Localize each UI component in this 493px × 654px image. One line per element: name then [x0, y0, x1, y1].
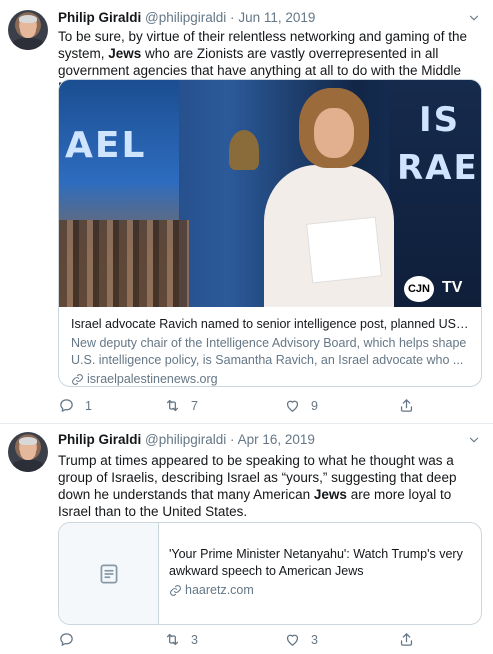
avatar[interactable]: [8, 10, 48, 50]
share-button[interactable]: [398, 397, 415, 414]
heart-icon: [286, 400, 299, 412]
tweet-header: Philip Giraldi @philipgiraldi · Apr 16, …: [58, 432, 315, 447]
reply-button[interactable]: [58, 631, 85, 648]
separator: ·: [230, 432, 235, 447]
heart-icon: [286, 634, 299, 646]
card-description: New deputy chair of the Intelligence Adv…: [71, 336, 467, 367]
like-count: 3: [311, 632, 318, 647]
card-image: AEL IS RAE CJN TV: [59, 80, 481, 307]
document-icon: [100, 564, 117, 584]
highlighted-keyword: Jews: [313, 487, 347, 502]
tweet-actions: 3 3: [58, 631, 438, 649]
highlighted-keyword: Jews: [108, 46, 142, 61]
tweet[interactable]: Philip Giraldi @philipgiraldi · Apr 16, …: [0, 424, 493, 654]
tweet-date[interactable]: Jun 11, 2019: [238, 10, 315, 25]
retweet-count: 7: [191, 398, 198, 413]
tweet-header: Philip Giraldi @philipgiraldi · Jun 11, …: [58, 10, 315, 25]
card-thumbnail: [59, 523, 159, 624]
tweet-date[interactable]: Apr 16, 2019: [238, 432, 315, 447]
tweet-actions: 1 7 9: [58, 397, 438, 415]
link-icon: [72, 374, 83, 385]
card-title: Israel advocate Ravich named to senior i…: [71, 317, 471, 331]
author-name[interactable]: Philip Giraldi: [58, 10, 141, 25]
retweet-icon: [166, 399, 179, 412]
retweet-button[interactable]: 3: [164, 631, 198, 648]
author-name[interactable]: Philip Giraldi: [58, 432, 141, 447]
backdrop-text-right-top: IS: [419, 100, 461, 140]
tweet[interactable]: Philip Giraldi @philipgiraldi · Jun 11, …: [0, 0, 493, 424]
author-handle[interactable]: @philipgiraldi: [145, 10, 226, 25]
share-icon: [400, 399, 413, 412]
card-domain: israelpalestinenews.org: [71, 371, 471, 386]
like-count: 9: [311, 398, 318, 413]
link-card[interactable]: AEL IS RAE CJN TV Israel advocate Ravich…: [58, 79, 482, 387]
share-icon: [400, 633, 413, 646]
separator: ·: [230, 10, 235, 25]
card-domain: haaretz.com: [169, 582, 469, 599]
card-body: 'Your Prime Minister Netanyahu': Watch T…: [169, 546, 469, 599]
share-button[interactable]: [398, 631, 415, 648]
backdrop-text-left: AEL: [65, 125, 147, 166]
reply-icon: [60, 633, 73, 646]
like-button[interactable]: 9: [284, 397, 318, 414]
link-icon: [170, 585, 181, 596]
backdrop-text-right-bottom: RAE: [397, 148, 479, 188]
card-body: Israel advocate Ravich named to senior i…: [59, 307, 481, 386]
reply-button[interactable]: 1: [58, 397, 92, 414]
reply-icon: [60, 399, 73, 412]
tv-logo: TV: [442, 279, 463, 296]
chevron-down-icon[interactable]: [467, 11, 481, 25]
retweet-count: 3: [191, 632, 198, 647]
reply-count: 1: [85, 398, 92, 413]
cjn-logo: CJN: [404, 276, 434, 302]
link-card[interactable]: 'Your Prime Minister Netanyahu': Watch T…: [58, 522, 482, 625]
retweet-button[interactable]: 7: [164, 397, 198, 414]
like-button[interactable]: 3: [284, 631, 318, 648]
retweet-icon: [166, 633, 179, 646]
tweet-text: Trump at times appeared to be speaking t…: [58, 453, 457, 519]
author-handle[interactable]: @philipgiraldi: [145, 432, 226, 447]
avatar[interactable]: [8, 432, 48, 472]
chevron-down-icon[interactable]: [467, 433, 481, 447]
card-title: 'Your Prime Minister Netanyahu': Watch T…: [169, 547, 463, 578]
